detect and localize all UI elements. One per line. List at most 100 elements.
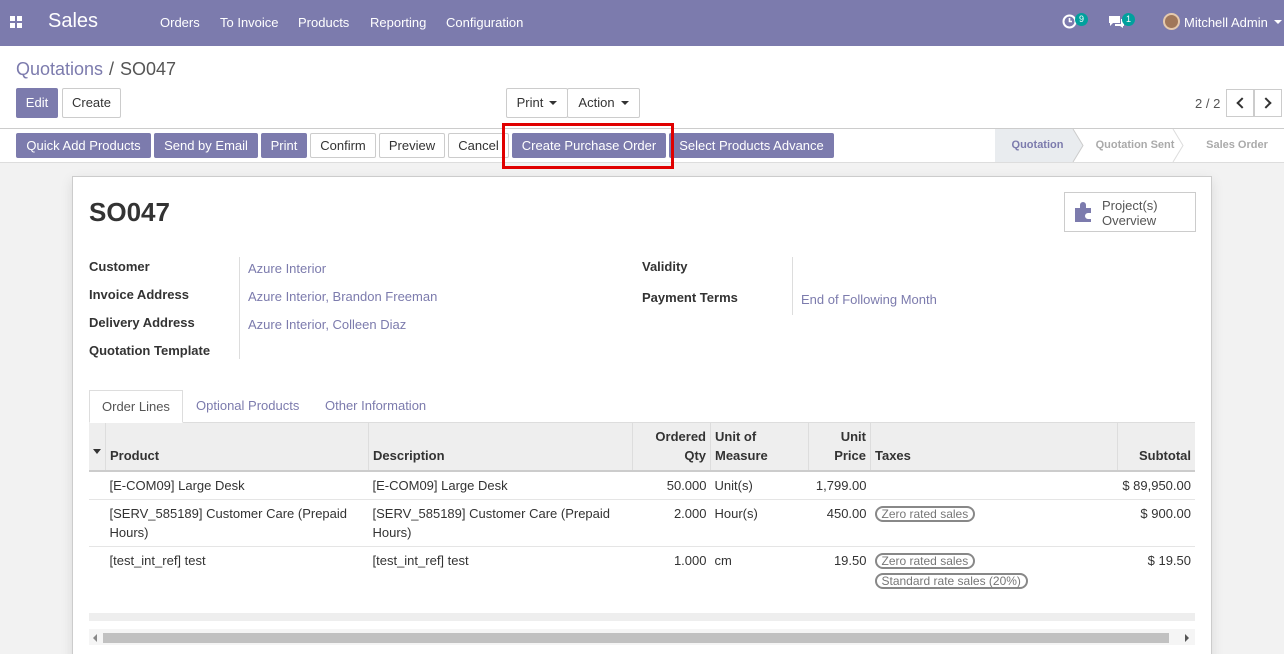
print-button[interactable]: Print xyxy=(261,133,307,158)
action-dropdown-label: Action xyxy=(578,95,615,110)
breadcrumb-current: SO047 xyxy=(120,59,177,79)
stage-sales-order[interactable]: Sales Order xyxy=(1192,129,1282,162)
cell-qty[interactable]: 2.000 xyxy=(632,499,711,547)
cell-subtotal: $ 900.00 xyxy=(1117,499,1195,547)
row-handle xyxy=(89,470,106,500)
preview-button[interactable]: Preview xyxy=(379,133,445,158)
cell-taxes[interactable]: Zero rated sales Standard rate sales (20%… xyxy=(870,546,1118,595)
cell-qty[interactable]: 50.000 xyxy=(632,470,711,500)
cell-product[interactable]: [E-COM09] Large Desk xyxy=(105,470,369,500)
invoice-address-field[interactable]: Azure Interior, Brandon Freeman xyxy=(248,289,437,304)
cell-uom[interactable]: Unit(s) xyxy=(710,470,809,500)
tab-other-information[interactable]: Other Information xyxy=(313,390,438,423)
tax-tag: Standard rate sales (20%) xyxy=(874,573,1028,589)
project-overview-line2: Overview xyxy=(1102,213,1157,228)
cell-description[interactable]: [SERV_585189] Customer Care (Prepaid Hou… xyxy=(368,499,633,547)
cell-qty[interactable]: 1.000 xyxy=(632,546,711,595)
select-products-advance-button[interactable]: Select Products Advance xyxy=(669,133,834,158)
header-description[interactable]: Description xyxy=(368,423,633,472)
edit-button[interactable]: Edit xyxy=(16,88,58,118)
send-by-email-button[interactable]: Send by Email xyxy=(154,133,258,158)
cell-price[interactable]: 1,799.00 xyxy=(808,470,871,500)
table-row[interactable]: [test_int_ref] test [test_int_ref] test … xyxy=(89,546,1195,595)
header-uom-line2: Measure xyxy=(715,448,768,463)
menu-to-invoice[interactable]: To Invoice xyxy=(220,15,279,30)
sort-handle-header[interactable] xyxy=(89,423,106,472)
customer-label: Customer xyxy=(89,259,150,274)
delivery-address-label: Delivery Address xyxy=(89,315,195,330)
user-menu-chevron-down-icon[interactable] xyxy=(1274,20,1282,24)
notebook-tabs: Order Lines Optional Products Other Info… xyxy=(89,390,1195,423)
payment-terms-field[interactable]: End of Following Month xyxy=(801,292,937,307)
tax-tag: Zero rated sales xyxy=(874,506,976,522)
action-dropdown[interactable]: Action xyxy=(567,88,640,118)
validity-label: Validity xyxy=(642,259,688,274)
menu-orders[interactable]: Orders xyxy=(160,15,200,30)
header-price-line1: Unit xyxy=(840,429,866,444)
print-dropdown[interactable]: Print xyxy=(506,88,568,118)
pager-next-button[interactable] xyxy=(1254,89,1282,117)
tab-optional-products[interactable]: Optional Products xyxy=(184,390,311,423)
cell-taxes[interactable]: Zero rated sales xyxy=(870,499,1118,547)
header-unit-price[interactable]: Unit Price xyxy=(808,423,871,472)
header-taxes[interactable]: Taxes xyxy=(870,423,1118,472)
menu-configuration[interactable]: Configuration xyxy=(446,15,523,30)
cell-subtotal: $ 89,950.00 xyxy=(1117,470,1195,500)
project-overview-line1: Project(s) xyxy=(1102,198,1158,213)
field-separator xyxy=(792,257,793,315)
top-navbar: Sales Orders To Invoice Products Reporti… xyxy=(0,0,1284,46)
customer-field[interactable]: Azure Interior xyxy=(248,261,326,276)
cell-uom[interactable]: Hour(s) xyxy=(710,499,809,547)
order-name: SO047 xyxy=(89,197,170,227)
pager-value[interactable]: 2 / 2 xyxy=(1195,96,1220,111)
caret-down-icon xyxy=(93,449,101,454)
user-avatar[interactable] xyxy=(1163,13,1180,30)
payment-terms-label: Payment Terms xyxy=(642,290,738,305)
cell-subtotal: $ 19.50 xyxy=(1117,546,1195,595)
project-overview-button[interactable]: Project(s) Overview xyxy=(1064,192,1196,232)
cell-uom[interactable]: cm xyxy=(710,546,809,595)
confirm-button[interactable]: Confirm xyxy=(310,133,376,158)
quick-add-products-button[interactable]: Quick Add Products xyxy=(16,133,151,158)
row-handle xyxy=(89,546,106,595)
apps-menu-icon[interactable] xyxy=(10,16,23,29)
activity-count-badge: 9 xyxy=(1075,13,1088,26)
stage-quotation-sent[interactable]: Quotation Sent xyxy=(1085,129,1185,162)
header-product[interactable]: Product xyxy=(105,423,369,472)
highlight-box xyxy=(502,123,674,169)
header-subtotal[interactable]: Subtotal xyxy=(1117,423,1195,472)
cell-price[interactable]: 19.50 xyxy=(808,546,871,595)
print-dropdown-label: Print xyxy=(516,95,544,110)
header-unit-of-measure[interactable]: Unit of Measure xyxy=(710,423,809,472)
menu-reporting[interactable]: Reporting xyxy=(370,15,426,30)
scroll-right-icon[interactable] xyxy=(1185,634,1189,642)
user-name[interactable]: Mitchell Admin xyxy=(1184,15,1268,30)
table-row[interactable]: [E-COM09] Large Desk [E-COM09] Large Des… xyxy=(89,470,1195,500)
breadcrumb-quotations[interactable]: Quotations xyxy=(16,59,103,80)
cell-price[interactable]: 450.00 xyxy=(808,499,871,547)
scrollbar-thumb[interactable] xyxy=(103,633,1169,643)
table-row[interactable]: [SERV_585189] Customer Care (Prepaid Hou… xyxy=(89,499,1195,547)
delivery-address-field[interactable]: Azure Interior, Colleen Diaz xyxy=(248,317,406,332)
scroll-left-icon[interactable] xyxy=(93,634,97,642)
cancel-button[interactable]: Cancel xyxy=(448,133,509,158)
cell-product[interactable]: [test_int_ref] test xyxy=(105,546,369,595)
pager-previous-button[interactable] xyxy=(1226,89,1254,117)
control-panel: Quotations / SO047 Edit Create Print Act… xyxy=(0,46,1284,129)
tab-order-lines[interactable]: Order Lines xyxy=(89,390,183,423)
table-header-row: Product Description Ordered Qty Unit of Me… xyxy=(89,423,1195,472)
order-lines-table: Product Description Ordered Qty Unit of Me… xyxy=(89,423,1195,595)
invoice-address-label: Invoice Address xyxy=(89,287,189,302)
create-button[interactable]: Create xyxy=(62,88,121,118)
app-title[interactable]: Sales xyxy=(48,10,98,33)
menu-products[interactable]: Products xyxy=(298,15,349,30)
header-price-line2: Price xyxy=(834,448,866,463)
stage-quotation[interactable]: Quotation xyxy=(995,129,1080,162)
cell-taxes[interactable] xyxy=(870,470,1118,500)
cell-product[interactable]: [SERV_585189] Customer Care (Prepaid Hou… xyxy=(105,499,369,547)
horizontal-scrollbar[interactable] xyxy=(89,629,1195,645)
cell-description[interactable]: [test_int_ref] test xyxy=(368,546,633,595)
header-uom-line1: Unit of xyxy=(715,429,757,444)
cell-description[interactable]: [E-COM09] Large Desk xyxy=(368,470,633,500)
header-ordered-qty[interactable]: Ordered Qty xyxy=(632,423,711,472)
